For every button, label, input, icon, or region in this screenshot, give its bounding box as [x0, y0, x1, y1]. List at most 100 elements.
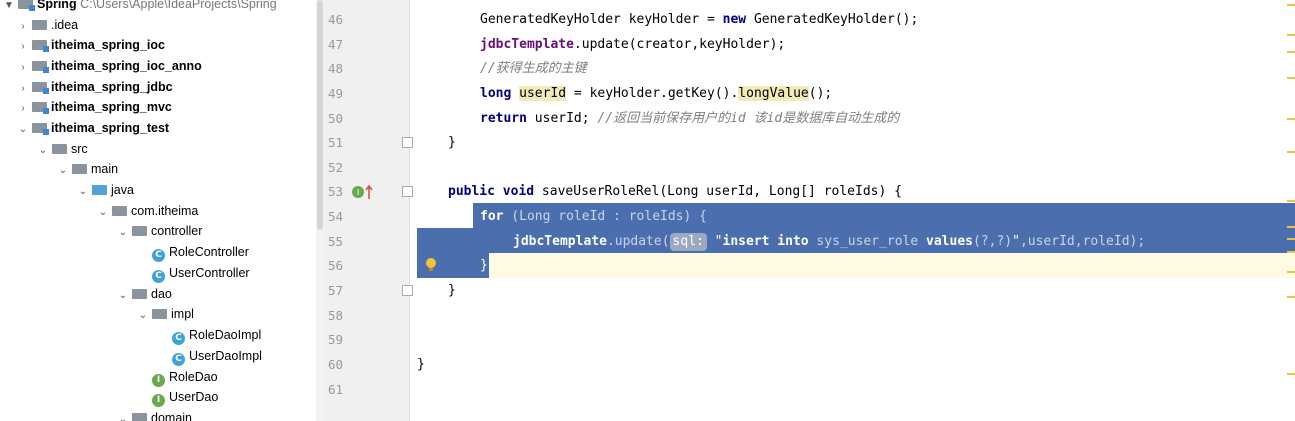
line-number: 52: [328, 160, 344, 175]
tree-item-folder[interactable]: ⌄ java: [76, 180, 134, 201]
scroll-marker[interactable]: [1287, 4, 1295, 6]
chevron-down-icon[interactable]: ▼: [2, 0, 16, 16]
chevron-down-icon[interactable]: ⌄: [96, 202, 110, 223]
module-icon: [32, 102, 49, 114]
tree-item-folder[interactable]: ⌄ src: [36, 139, 88, 160]
line-number: 49: [328, 86, 344, 101]
chevron-down-icon[interactable]: ⌄: [36, 140, 50, 161]
chevron-down-icon[interactable]: ⌄: [136, 305, 150, 326]
tree-item-package[interactable]: ⌄ impl: [136, 304, 194, 325]
scroll-marker[interactable]: [1287, 238, 1295, 240]
tree-item-module[interactable]: ⌄ itheima_spring_test: [16, 118, 169, 139]
tree-item-package[interactable]: ⌄ dao: [116, 284, 172, 305]
code-line-56[interactable]: }: [480, 253, 488, 278]
tree-item-module[interactable]: › itheima_spring_mvc: [16, 97, 172, 118]
folder-icon: [72, 164, 87, 174]
tree-item-package[interactable]: ⌄ com.itheima: [96, 201, 199, 223]
scroll-marker[interactable]: [1287, 118, 1295, 120]
code-line-57[interactable]: }: [448, 278, 456, 303]
code-line-55[interactable]: jdbcTemplate.update(sql: "insert into sy…: [513, 229, 1145, 254]
line-number: 58: [328, 308, 344, 323]
scroll-marker[interactable]: [1287, 151, 1295, 153]
tree-item-folder[interactable]: ⌄ main: [56, 159, 118, 180]
folder-icon: [32, 20, 47, 30]
code-line-48[interactable]: //获得生成的主键: [480, 56, 587, 81]
tree-item-module[interactable]: › itheima_spring_jdbc: [16, 77, 173, 98]
code-line-53[interactable]: public void saveUserRoleRel(Long userId,…: [448, 179, 902, 204]
module-icon: [32, 61, 49, 73]
implements-gutter-icon[interactable]: I: [351, 184, 375, 200]
tree-item-idea[interactable]: › .idea: [16, 15, 78, 36]
line-number: 61: [328, 382, 344, 397]
code-line-47[interactable]: jdbcTemplate.update(creator,keyHolder);: [480, 32, 785, 57]
chevron-right-icon[interactable]: ›: [16, 98, 30, 119]
interface-icon: I: [152, 394, 165, 407]
line-number: 60: [328, 357, 344, 372]
scroll-marker[interactable]: [1287, 271, 1295, 273]
code-line-54[interactable]: for (Long roleId : roleIds) {: [480, 204, 707, 229]
tree-item-module[interactable]: › itheima_spring_ioc_anno: [16, 56, 202, 77]
chevron-right-icon[interactable]: ›: [16, 36, 30, 57]
tree-item-class[interactable]: C UserDaoImpl: [170, 346, 262, 367]
scroll-marker[interactable]: [1287, 226, 1295, 228]
folder-icon: [52, 144, 67, 154]
chevron-right-icon[interactable]: ›: [16, 78, 30, 99]
tree-item-class[interactable]: C RoleDaoImpl: [170, 325, 261, 346]
chevron-down-icon[interactable]: ⌄: [76, 181, 90, 202]
scroll-marker[interactable]: [1287, 34, 1295, 36]
tree-item-interface[interactable]: I RoleDao: [150, 367, 218, 388]
package-icon: [132, 413, 147, 421]
module-icon: [32, 82, 49, 94]
tree-item-class[interactable]: C UserController: [150, 263, 250, 284]
chevron-down-icon[interactable]: ⌄: [116, 409, 130, 421]
scroll-marker[interactable]: [1287, 200, 1295, 202]
code-line-49[interactable]: long userId = keyHolder.getKey().longVal…: [480, 81, 832, 106]
code-line-50[interactable]: return userId; //返回当前保存用户的id 该id是数据库自动生成…: [480, 106, 899, 131]
line-number: 59: [328, 332, 344, 347]
class-icon: C: [172, 332, 185, 345]
lightbulb-icon[interactable]: [424, 256, 438, 274]
tree-root[interactable]: ▼ Spring C:\Users\Apple\IdeaProjects\Spri…: [2, 0, 277, 15]
tree-item-interface[interactable]: I UserDao: [150, 387, 218, 408]
current-line-highlight: [489, 253, 1295, 278]
code-line-60[interactable]: }: [417, 352, 425, 377]
tree-item-module[interactable]: › itheima_spring_ioc: [16, 35, 165, 56]
scroll-marker[interactable]: [1287, 373, 1295, 375]
chevron-down-icon[interactable]: ⌄: [116, 222, 130, 243]
class-icon: C: [152, 270, 165, 283]
chevron-down-icon[interactable]: ⌄: [16, 119, 30, 140]
line-number: 46: [328, 12, 344, 27]
arrow-up-icon: [365, 184, 373, 199]
package-icon: [132, 226, 147, 236]
source-folder-icon: [92, 185, 107, 195]
scroll-marker[interactable]: [1287, 251, 1295, 253]
fold-marker[interactable]: [402, 137, 413, 148]
tree-scrollbar-thumb[interactable]: [317, 0, 323, 230]
tree-item-package[interactable]: ⌄ domain: [116, 408, 192, 421]
module-icon: [32, 123, 49, 135]
scroll-marker[interactable]: [1287, 51, 1295, 53]
chevron-down-icon[interactable]: ⌄: [116, 285, 130, 306]
chevron-right-icon[interactable]: ›: [16, 57, 30, 78]
line-number: 51: [328, 135, 344, 150]
tree-item-package[interactable]: ⌄ controller: [116, 221, 203, 243]
module-icon: [18, 0, 35, 11]
class-icon: C: [172, 353, 185, 366]
package-icon: [152, 309, 167, 319]
fold-marker[interactable]: [402, 186, 413, 197]
line-number: 55: [328, 234, 344, 249]
code-line-51[interactable]: }: [448, 130, 456, 155]
code-line-46[interactable]: GeneratedKeyHolder keyHolder = new Gener…: [480, 7, 918, 32]
scroll-marker[interactable]: [1287, 296, 1295, 298]
chevron-down-icon[interactable]: ⌄: [56, 160, 70, 181]
line-number: 56: [328, 258, 344, 273]
fold-marker[interactable]: [402, 285, 413, 296]
parameter-hint: sql:: [669, 233, 707, 251]
line-number: 48: [328, 61, 344, 76]
line-number: 54: [328, 209, 344, 224]
chevron-right-icon[interactable]: ›: [16, 16, 30, 37]
scroll-marker[interactable]: [1287, 77, 1295, 79]
tree-item-class[interactable]: C RoleController: [150, 242, 249, 263]
class-icon: C: [152, 249, 165, 262]
project-tree[interactable]: ▼ Spring C:\Users\Apple\IdeaProjects\Spri…: [0, 0, 316, 421]
